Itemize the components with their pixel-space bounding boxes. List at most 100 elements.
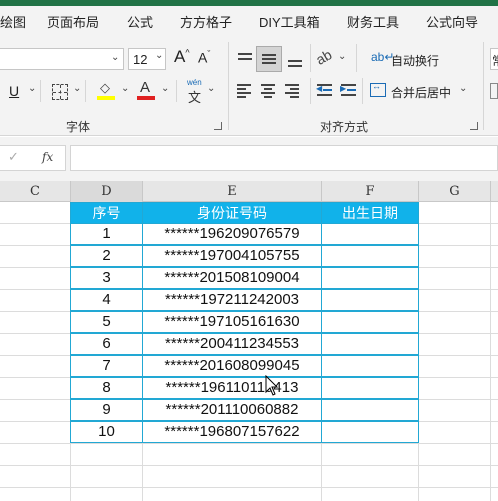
chevron-down-icon: ⌄: [338, 51, 347, 62]
font-name-box[interactable]: ⌄: [0, 48, 124, 70]
check-icon[interactable]: ✓: [8, 149, 19, 165]
column-header-f[interactable]: F: [322, 181, 419, 202]
align-top-icon[interactable]: [236, 50, 254, 68]
chevron-down-icon: ⌄: [121, 83, 130, 94]
gridline: [0, 465, 498, 466]
table-cell-birth-date[interactable]: [321, 289, 419, 311]
increase-indent-icon[interactable]: ▶: [340, 82, 358, 100]
table-cell-index[interactable]: 6: [70, 333, 143, 355]
font-dialog-launcher[interactable]: [214, 122, 222, 130]
chevron-down-icon: ⌄: [111, 52, 120, 63]
table-cell-index[interactable]: 9: [70, 399, 143, 421]
chevron-down-icon: ⌄: [155, 50, 164, 61]
merge-center-button[interactable]: 合并后居中: [391, 84, 451, 101]
table-header-index[interactable]: 序号: [70, 202, 143, 224]
table-cell-id-number[interactable]: ******197105161630: [142, 311, 322, 333]
gridline: [490, 202, 491, 501]
underline-button[interactable]: U: [9, 83, 19, 99]
table-cell-id-number[interactable]: ******201508109004: [142, 267, 322, 289]
paint-bucket-icon: ◇: [100, 80, 110, 95]
group-separator: [228, 42, 229, 130]
table-cell-index[interactable]: 2: [70, 245, 143, 267]
formula-input[interactable]: [70, 145, 498, 171]
align-right-icon[interactable]: [284, 82, 302, 100]
table-header-birth-date[interactable]: 出生日期: [321, 202, 419, 224]
wrap-text-button[interactable]: 自动换行: [391, 52, 439, 69]
alignment-dialog-launcher[interactable]: [470, 122, 478, 130]
text-orientation-icon[interactable]: ab: [313, 46, 334, 68]
tab-page-layout[interactable]: 页面布局: [47, 12, 99, 31]
tab-formula-wizard[interactable]: 公式向导: [426, 12, 478, 31]
chevron-down-icon: ⌄: [28, 83, 37, 94]
column-headers: C D E F G: [0, 181, 498, 202]
table-cell-id-number[interactable]: ******201110060882: [142, 399, 322, 421]
ribbon: ⌄ 12 ⌄ A^ Aˇ U ⌄ ⌄ ◇ ⌄ A ⌄ wén 文 ⌄ 字体 ab…: [0, 36, 498, 136]
divider: [85, 80, 86, 102]
fill-color-button[interactable]: ◇: [97, 80, 117, 102]
increase-font-button[interactable]: A^: [174, 47, 190, 67]
formula-bar: ✓ fx: [0, 137, 498, 181]
table-cell-birth-date[interactable]: [321, 311, 419, 333]
table-cell-index[interactable]: 5: [70, 311, 143, 333]
border-icon[interactable]: [52, 84, 68, 100]
divider: [176, 80, 177, 102]
divider: [310, 78, 311, 104]
table-cell-birth-date[interactable]: [321, 223, 419, 245]
column-header-d[interactable]: D: [71, 181, 143, 202]
table-cell-id-number[interactable]: ******196209076579: [142, 223, 322, 245]
group-separator: [483, 42, 484, 130]
table-cell-index[interactable]: 1: [70, 223, 143, 245]
font-group-label: 字体: [66, 120, 91, 134]
table-cell-birth-date[interactable]: [321, 399, 419, 421]
table-cell-id-number[interactable]: ******201608099045: [142, 355, 322, 377]
tab-fangfang[interactable]: 方方格子: [180, 12, 232, 31]
table-cell-index[interactable]: 8: [70, 377, 143, 399]
decrease-font-button[interactable]: Aˇ: [198, 49, 210, 66]
table-cell-id-number[interactable]: ******197211242003: [142, 289, 322, 311]
chevron-down-icon: ⌄: [207, 83, 216, 94]
align-center-icon[interactable]: [260, 82, 278, 100]
column-header-e[interactable]: E: [143, 181, 322, 202]
chevron-down-icon: ⌄: [73, 83, 82, 94]
font-size-value: 12: [133, 52, 148, 67]
chevron-down-icon: ⌄: [161, 83, 170, 94]
phonetic-guide-button[interactable]: wén 文: [184, 78, 206, 105]
table-cell-id-number[interactable]: ******196807157622: [142, 421, 322, 443]
fill-color-swatch: [97, 96, 115, 100]
table-cell-index[interactable]: 3: [70, 267, 143, 289]
align-bottom-icon[interactable]: [286, 50, 304, 68]
chevron-down-icon: ⌄: [459, 83, 468, 94]
format-icon[interactable]: [490, 83, 498, 99]
tab-finance-tools[interactable]: 财务工具: [347, 12, 399, 31]
table-header-id-number[interactable]: 身份证号码: [142, 202, 322, 224]
fx-icon[interactable]: fx: [42, 150, 53, 164]
table-cell-index[interactable]: 7: [70, 355, 143, 377]
table-cell-birth-date[interactable]: [321, 245, 419, 267]
column-header-g[interactable]: G: [419, 181, 491, 202]
table-cell-birth-date[interactable]: [321, 355, 419, 377]
table-cell-birth-date[interactable]: [321, 333, 419, 355]
font-size-box[interactable]: 12 ⌄: [128, 48, 166, 70]
table-cell-id-number[interactable]: ******197004105755: [142, 245, 322, 267]
table-cell-id-number[interactable]: ******200411234553: [142, 333, 322, 355]
divider: [310, 44, 311, 72]
decrease-indent-icon[interactable]: ◀: [316, 82, 334, 100]
alignment-group-label: 对齐方式: [320, 120, 369, 134]
font-color-swatch: [137, 96, 155, 100]
align-left-icon[interactable]: [236, 82, 254, 100]
tab-formulas[interactable]: 公式: [127, 12, 153, 31]
tab-draw[interactable]: 绘图: [0, 12, 26, 31]
table-cell-birth-date[interactable]: [321, 421, 419, 443]
table-cell-id-number[interactable]: ******196110119413: [142, 377, 322, 399]
table-cell-index[interactable]: 4: [70, 289, 143, 311]
worksheet-grid[interactable]: 序号 身份证号码 出生日期 1 ******196209076579 2 ***…: [0, 202, 498, 501]
font-color-button[interactable]: A: [137, 79, 157, 102]
column-header-c[interactable]: C: [0, 181, 71, 202]
number-format-box[interactable]: 常: [490, 48, 498, 70]
table-cell-index[interactable]: 10: [70, 421, 143, 443]
tab-diy-toolbox[interactable]: DIY工具箱: [259, 12, 320, 31]
align-middle-icon[interactable]: [256, 46, 282, 72]
table-cell-birth-date[interactable]: [321, 267, 419, 289]
letter-a-icon: A: [140, 79, 151, 96]
table-cell-birth-date[interactable]: [321, 377, 419, 399]
